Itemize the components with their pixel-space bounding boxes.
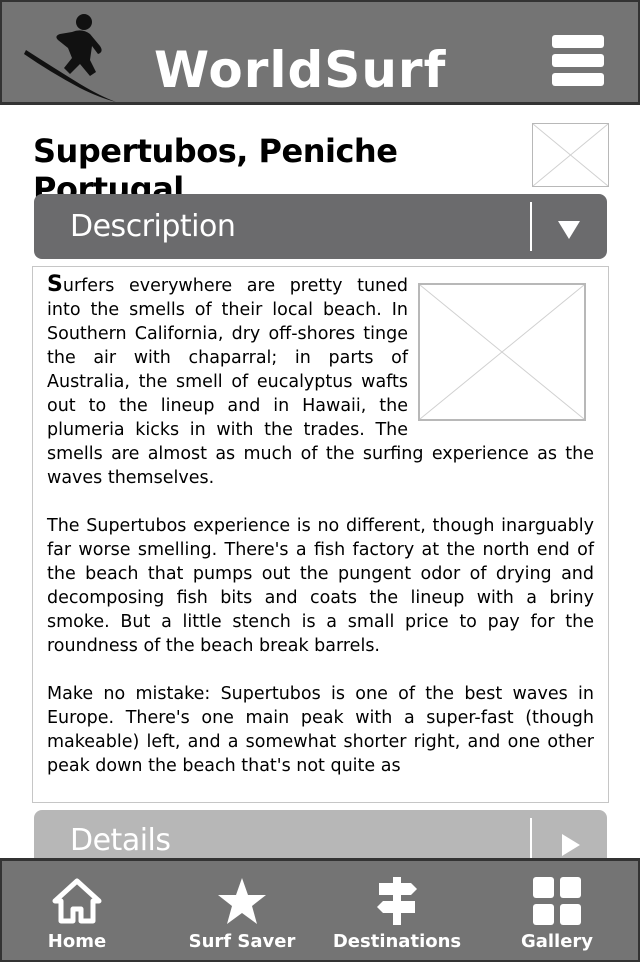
details-label: Details — [70, 822, 171, 858]
description-paragraph: The Supertubos experience is no differen… — [47, 516, 594, 656]
signpost-icon — [377, 877, 417, 925]
nav-label: Gallery — [520, 931, 594, 952]
nav-surf-saver[interactable]: Surf Saver — [182, 861, 302, 961]
nav-label: Destinations — [332, 931, 462, 952]
app-header: WorldSurf — [0, 0, 640, 105]
home-icon — [52, 878, 102, 924]
description-label: Description — [70, 209, 236, 244]
chevron-right-icon — [562, 834, 580, 856]
description-content: Surfers everywhere are pretty tuned into… — [32, 266, 609, 803]
chevron-down-icon — [558, 221, 580, 239]
accordion-divider — [530, 818, 532, 862]
dropcap: S — [47, 272, 63, 297]
nav-label: Home — [47, 931, 107, 952]
nav-destinations[interactable]: Destinations — [332, 861, 462, 961]
nav-gallery[interactable]: Gallery — [507, 861, 607, 961]
nav-home[interactable]: Home — [27, 861, 127, 961]
hamburger-menu-icon[interactable] — [552, 35, 608, 89]
surfer-logo-icon[interactable] — [20, 10, 120, 104]
image-placeholder — [532, 123, 609, 187]
accordion-divider — [530, 202, 532, 251]
grid-icon — [533, 877, 581, 925]
image-placeholder — [418, 283, 586, 421]
bottom-nav: Home Surf Saver Destinations Gallery — [0, 858, 640, 962]
description-accordion[interactable]: Description — [34, 194, 607, 259]
brand-title: WorldSurf — [154, 41, 447, 99]
description-paragraph: Make no mistake: Supertubos is one of th… — [47, 684, 594, 776]
nav-label: Surf Saver — [188, 931, 296, 952]
star-icon — [218, 878, 266, 924]
